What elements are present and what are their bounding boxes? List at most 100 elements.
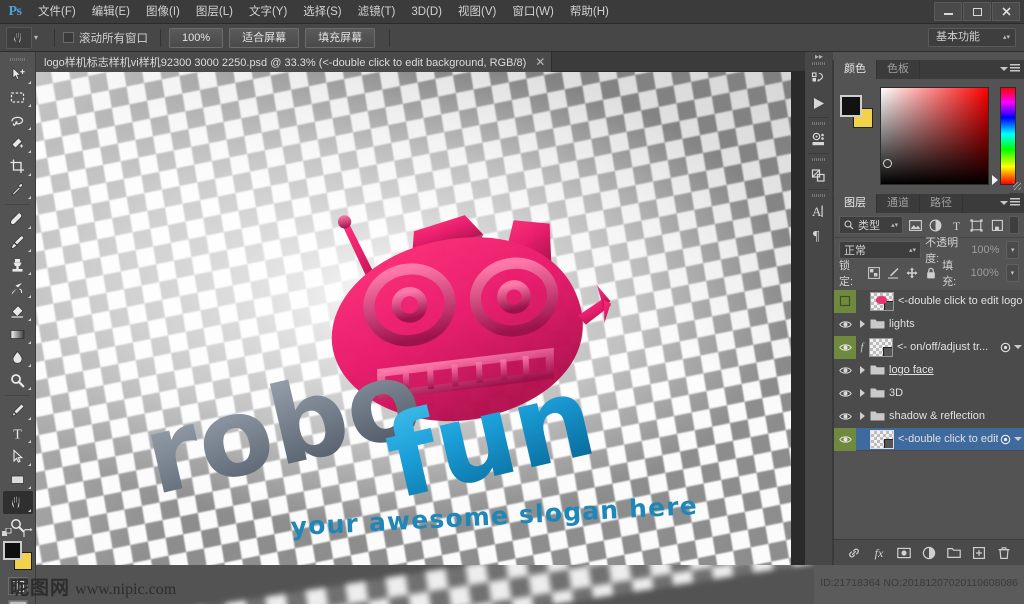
table-row[interactable]: shadow & reflection: [834, 405, 1024, 428]
fill-stepper[interactable]: ▾: [1005, 263, 1019, 282]
menu-type[interactable]: 文字(Y): [241, 0, 295, 24]
group-expand-toggle[interactable]: [856, 389, 869, 397]
new-layer-icon[interactable]: [971, 545, 987, 561]
type-tool[interactable]: T: [3, 422, 33, 445]
history-icon[interactable]: [806, 67, 832, 91]
table-row[interactable]: 3D: [834, 382, 1024, 405]
maximize-button[interactable]: [963, 2, 991, 21]
layer-thumbnail[interactable]: [870, 291, 894, 311]
history-brush-tool[interactable]: [3, 277, 33, 300]
tab-channels[interactable]: 通道: [877, 194, 920, 213]
group-expand-toggle[interactable]: [856, 366, 869, 374]
layer-link-icon[interactable]: [998, 434, 1012, 445]
menu-filter[interactable]: 滤镜(T): [350, 0, 404, 24]
move-tool[interactable]: [3, 63, 33, 86]
layer-filter-toggle[interactable]: [1009, 216, 1019, 234]
tool-preset-caret[interactable]: ▾: [34, 33, 38, 42]
panel-resize-grip[interactable]: [1013, 182, 1021, 190]
hue-slider[interactable]: [1000, 87, 1016, 185]
menu-select[interactable]: 选择(S): [295, 0, 349, 24]
eraser-tool[interactable]: [3, 300, 33, 323]
current-tool-icon[interactable]: [6, 26, 32, 49]
pen-tool[interactable]: [3, 399, 33, 422]
rectangle-tool[interactable]: [3, 468, 33, 491]
filter-smartobject-icon[interactable]: [989, 216, 1005, 234]
layer-options-arrow[interactable]: [1012, 437, 1024, 441]
eyedropper-tool[interactable]: [3, 178, 33, 201]
workspace-selector[interactable]: 基本功能 ▴▾: [928, 28, 1016, 47]
close-button[interactable]: [992, 2, 1020, 21]
actions-play-icon[interactable]: [806, 91, 832, 115]
fill-screen-button[interactable]: 填充屏幕: [305, 27, 376, 48]
path-selection-tool[interactable]: [3, 445, 33, 468]
color-picker-field[interactable]: [880, 87, 989, 185]
table-row[interactable]: <-double click to edit logo: [834, 290, 1024, 313]
layer-style-icon[interactable]: fx: [871, 545, 887, 561]
reset-colors-icon[interactable]: [1, 527, 13, 539]
layer-name[interactable]: <- on/off/adjust tr...: [897, 341, 998, 353]
filter-adjustment-icon[interactable]: [928, 216, 944, 234]
menu-edit[interactable]: 编辑(E): [84, 0, 138, 24]
healing-brush-tool[interactable]: [3, 208, 33, 231]
dock-grip-1[interactable]: [805, 60, 832, 67]
artboard[interactable]: robo fun your awesome slogan here: [36, 72, 791, 565]
filter-shape-icon[interactable]: [968, 216, 984, 234]
lasso-tool[interactable]: [3, 109, 33, 132]
table-row[interactable]: <-double click to edit ...: [834, 427, 1024, 451]
cp-foreground-swatch[interactable]: [840, 95, 862, 117]
layer-thumbnail[interactable]: [870, 429, 894, 449]
filter-type-icon[interactable]: T: [948, 216, 964, 234]
fit-screen-button[interactable]: 适合屏幕: [229, 27, 300, 48]
gradient-tool[interactable]: [3, 323, 33, 346]
blur-tool[interactable]: [3, 346, 33, 369]
tab-color[interactable]: 颜色: [834, 60, 877, 79]
layer-link-icon[interactable]: [998, 342, 1012, 353]
layer-visibility-toggle[interactable]: [834, 313, 856, 336]
menu-image[interactable]: 图像(I): [138, 0, 188, 24]
new-group-icon[interactable]: [946, 545, 962, 561]
delete-layer-icon[interactable]: [996, 545, 1012, 561]
fill-value[interactable]: 100%: [970, 264, 1002, 282]
layer-name[interactable]: 3D: [889, 387, 1024, 399]
filter-pixel-icon[interactable]: [907, 216, 923, 234]
tab-paths[interactable]: 路径: [920, 194, 963, 213]
lock-position-icon[interactable]: [904, 264, 919, 282]
layer-name[interactable]: <-double click to edit logo: [898, 295, 1024, 307]
layer-name[interactable]: shadow & reflection: [889, 410, 1024, 422]
properties-icon[interactable]: [806, 127, 832, 151]
table-row[interactable]: logo face: [834, 359, 1024, 382]
adjustments-icon[interactable]: [806, 163, 832, 187]
layer-options-arrow[interactable]: [1012, 345, 1024, 349]
opacity-stepper[interactable]: ▾: [1006, 240, 1019, 259]
adjustment-layer-icon[interactable]: [921, 545, 937, 561]
table-row[interactable]: lights: [834, 313, 1024, 336]
link-layers-icon[interactable]: [846, 545, 862, 561]
tab-layers[interactable]: 图层: [834, 194, 877, 213]
layer-visibility-toggle[interactable]: [834, 382, 856, 405]
scroll-all-windows-checkbox[interactable]: [63, 32, 75, 43]
canvas-area[interactable]: robo fun your awesome slogan here: [36, 72, 805, 565]
layer-visibility-toggle[interactable]: [834, 290, 856, 313]
lock-all-icon[interactable]: [923, 264, 938, 282]
character-icon[interactable]: A: [806, 199, 832, 223]
group-expand-toggle[interactable]: [856, 320, 869, 328]
minimize-button[interactable]: [934, 2, 962, 21]
menu-layer[interactable]: 图层(L): [188, 0, 241, 24]
crop-tool[interactable]: [3, 155, 33, 178]
layers-panel-menu-button[interactable]: [1000, 198, 1020, 207]
layer-name[interactable]: logo face: [889, 364, 1024, 376]
clone-stamp-tool[interactable]: [3, 254, 33, 277]
document-tab[interactable]: logo样机标志样机vi样机92300 3000 2250.psd @ 33.3…: [36, 52, 553, 72]
close-icon[interactable]: ✕: [535, 56, 545, 68]
layer-visibility-toggle[interactable]: [834, 405, 856, 428]
quick-selection-tool[interactable]: [3, 132, 33, 155]
layer-thumbnail[interactable]: [869, 337, 893, 357]
menu-view[interactable]: 视图(V): [450, 0, 504, 24]
opacity-value[interactable]: 100%: [970, 241, 1002, 259]
dock-grip-2[interactable]: [805, 120, 832, 127]
layer-list[interactable]: <-double click to edit logo lights f <- …: [834, 290, 1024, 539]
layer-visibility-toggle[interactable]: [834, 359, 856, 382]
layer-fx-icon[interactable]: f: [856, 342, 868, 353]
menu-help[interactable]: 帮助(H): [562, 0, 617, 24]
color-panel-menu-button[interactable]: [1000, 64, 1020, 73]
